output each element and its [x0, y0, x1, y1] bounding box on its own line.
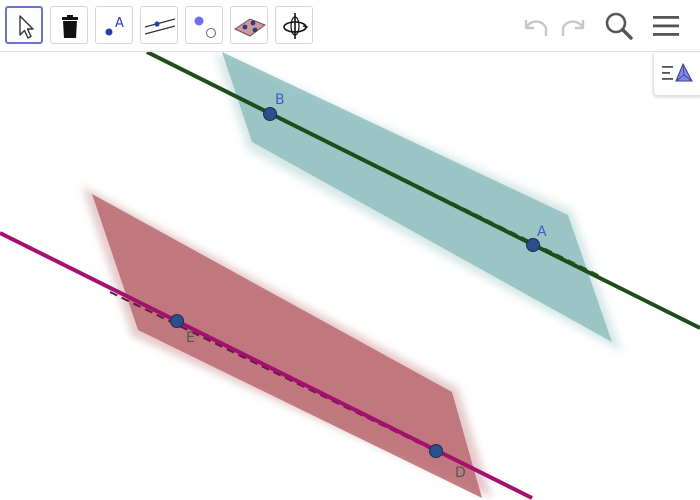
- point-icon: A: [105, 16, 124, 36]
- point-tool-glyph: A: [115, 16, 124, 31]
- cursor-arrow-icon: [19, 15, 34, 39]
- move-tool-button[interactable]: [5, 6, 43, 44]
- rotate-3d-icon: [283, 13, 309, 39]
- redo-icon: [561, 20, 585, 36]
- delete-tool-button[interactable]: [50, 6, 88, 44]
- point-b[interactable]: [263, 107, 277, 121]
- point-e-label: E: [186, 330, 195, 346]
- point-a-label: A: [537, 224, 547, 240]
- rotate-view-tool-button[interactable]: [275, 6, 313, 44]
- toolbar: A: [0, 0, 700, 52]
- point-b-label: B: [275, 92, 285, 108]
- point-e[interactable]: [170, 314, 184, 328]
- main-menu-button[interactable]: [648, 8, 684, 44]
- point-a[interactable]: [526, 238, 540, 252]
- magenta-line[interactable]: [0, 231, 533, 500]
- undo-icon: [524, 20, 548, 36]
- menu-icon: [653, 16, 679, 36]
- redo-button[interactable]: [555, 8, 591, 44]
- point-d[interactable]: [429, 444, 443, 458]
- line-tool-button[interactable]: [140, 6, 178, 44]
- graphics-3d-canvas[interactable]: B A E D: [0, 52, 700, 500]
- trash-icon: [62, 15, 78, 38]
- plane-tool-button[interactable]: [230, 6, 268, 44]
- two-points-tool-button[interactable]: [185, 6, 223, 44]
- plane-through-points-icon: [233, 18, 267, 37]
- point-d-label: D: [455, 465, 466, 481]
- line-icon: [144, 18, 176, 35]
- point-tool-button[interactable]: A: [95, 6, 133, 44]
- search-button[interactable]: [601, 8, 637, 44]
- two-points-icon: [194, 16, 216, 38]
- undo-button[interactable]: [518, 8, 554, 44]
- search-icon: [605, 12, 633, 40]
